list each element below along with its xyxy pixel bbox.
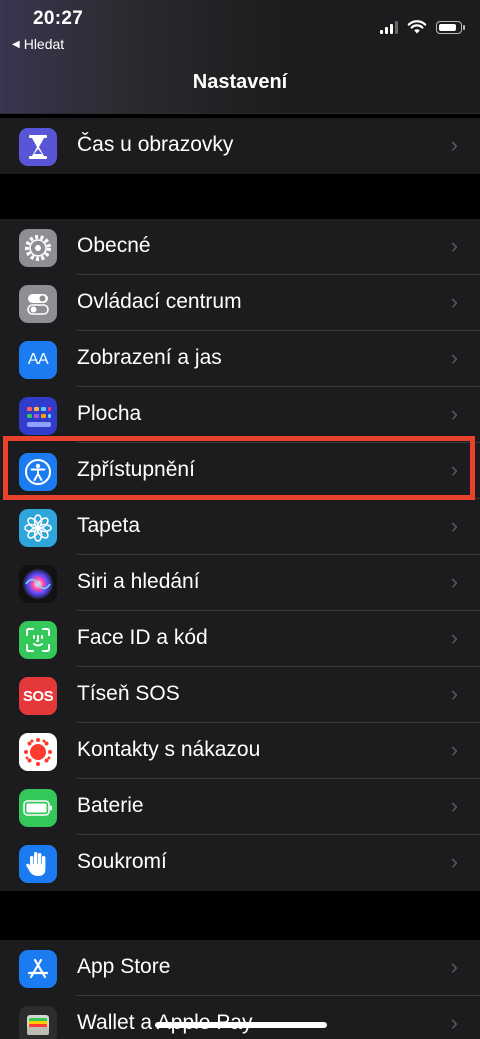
settings-row-screen-time[interactable]: Čas u obrazovky › [0, 118, 480, 174]
chevron-right-icon: › [450, 625, 458, 650]
chevron-right-icon: › [450, 849, 458, 874]
settings-row-wallet[interactable]: Wallet a Apple Pay › [0, 996, 480, 1039]
sos-icon: SOS [19, 677, 57, 715]
toggles-icon [19, 285, 57, 323]
chevron-right-icon: › [450, 457, 458, 482]
settings-group-general: Obecné › Ovládací centrum › AA Zobrazení… [0, 219, 480, 891]
settings-row-app-store[interactable]: App Store › [0, 940, 480, 996]
row-label: Soukromí [77, 850, 167, 873]
flower-icon [19, 509, 57, 547]
row-label: Tapeta [77, 514, 141, 537]
row-label: Obecné [77, 234, 151, 257]
settings-row-exposure-notifications[interactable]: Kontakty s nákazou › [0, 723, 480, 779]
wallet-icon [19, 1006, 57, 1039]
chevron-right-icon: › [450, 954, 458, 979]
siri-icon [19, 565, 57, 603]
settings-row-display-brightness[interactable]: AA Zobrazení a jas › [0, 331, 480, 387]
row-label: Ovládací centrum [77, 290, 242, 313]
chevron-right-icon: › [450, 401, 458, 426]
chevron-right-icon: › [450, 737, 458, 762]
chevron-right-icon: › [450, 132, 458, 157]
row-label: Siri a hledání [77, 570, 200, 593]
grid-icon [19, 397, 57, 435]
gear-icon [19, 229, 57, 267]
chevron-right-icon: › [450, 793, 458, 818]
row-label: App Store [77, 955, 171, 978]
hourglass-icon [19, 128, 57, 166]
row-label: Face ID a kód [77, 626, 208, 649]
status-time: 20:27 [33, 8, 84, 29]
settings-row-wallpaper[interactable]: Tapeta › [0, 499, 480, 555]
chevron-right-icon: › [450, 1010, 458, 1035]
row-label: Kontakty s nákazou [77, 738, 261, 761]
settings-row-emergency-sos[interactable]: SOS Tíseň SOS › [0, 667, 480, 723]
settings-row-accessibility[interactable]: Zpřístupnění › [0, 443, 480, 499]
page-title: Nastavení [192, 71, 288, 93]
row-label: Plocha [77, 402, 142, 425]
exposure-icon [19, 733, 57, 771]
navigation-header: 20:27 ◀ Hledat Nastavení [0, 0, 480, 114]
settings-row-general[interactable]: Obecné › [0, 219, 480, 275]
settings-group-screen-time: Čas u obrazovky › [0, 118, 480, 174]
cellular-signal-icon [380, 20, 398, 34]
wifi-icon [407, 20, 427, 34]
face-id-icon [19, 621, 57, 659]
settings-row-siri-search[interactable]: Siri a hledání › [0, 555, 480, 611]
row-label: Čas u obrazovky [77, 133, 234, 156]
back-arrow-icon: ◀ [12, 38, 20, 50]
app-store-icon [19, 950, 57, 988]
chevron-right-icon: › [450, 345, 458, 370]
row-label: Tíseň SOS [77, 682, 180, 705]
home-indicator[interactable] [155, 1022, 327, 1028]
chevron-right-icon: › [450, 569, 458, 594]
accessibility-icon [19, 453, 57, 491]
row-label: Zpřístupnění [77, 458, 195, 481]
settings-row-battery[interactable]: Baterie › [0, 779, 480, 835]
chevron-right-icon: › [450, 233, 458, 258]
row-label: Zobrazení a jas [77, 346, 222, 369]
settings-row-home-screen[interactable]: Plocha › [0, 387, 480, 443]
hand-icon [19, 845, 57, 883]
chevron-right-icon: › [450, 681, 458, 706]
battery-icon [19, 789, 57, 827]
back-label: Hledat [23, 36, 65, 52]
status-indicators [380, 20, 465, 34]
row-label: Baterie [77, 794, 144, 817]
battery-status-icon [436, 20, 465, 34]
text-size-glyph: AA [27, 351, 49, 368]
sos-text: SOS [22, 687, 54, 705]
text-size-icon: AA [19, 341, 57, 379]
settings-row-control-center[interactable]: Ovládací centrum › [0, 275, 480, 331]
back-to-search-link[interactable]: ◀ Hledat [12, 36, 64, 52]
chevron-right-icon: › [450, 289, 458, 314]
settings-row-privacy[interactable]: Soukromí › [0, 835, 480, 891]
chevron-right-icon: › [450, 513, 458, 538]
settings-row-face-id[interactable]: Face ID a kód › [0, 611, 480, 667]
